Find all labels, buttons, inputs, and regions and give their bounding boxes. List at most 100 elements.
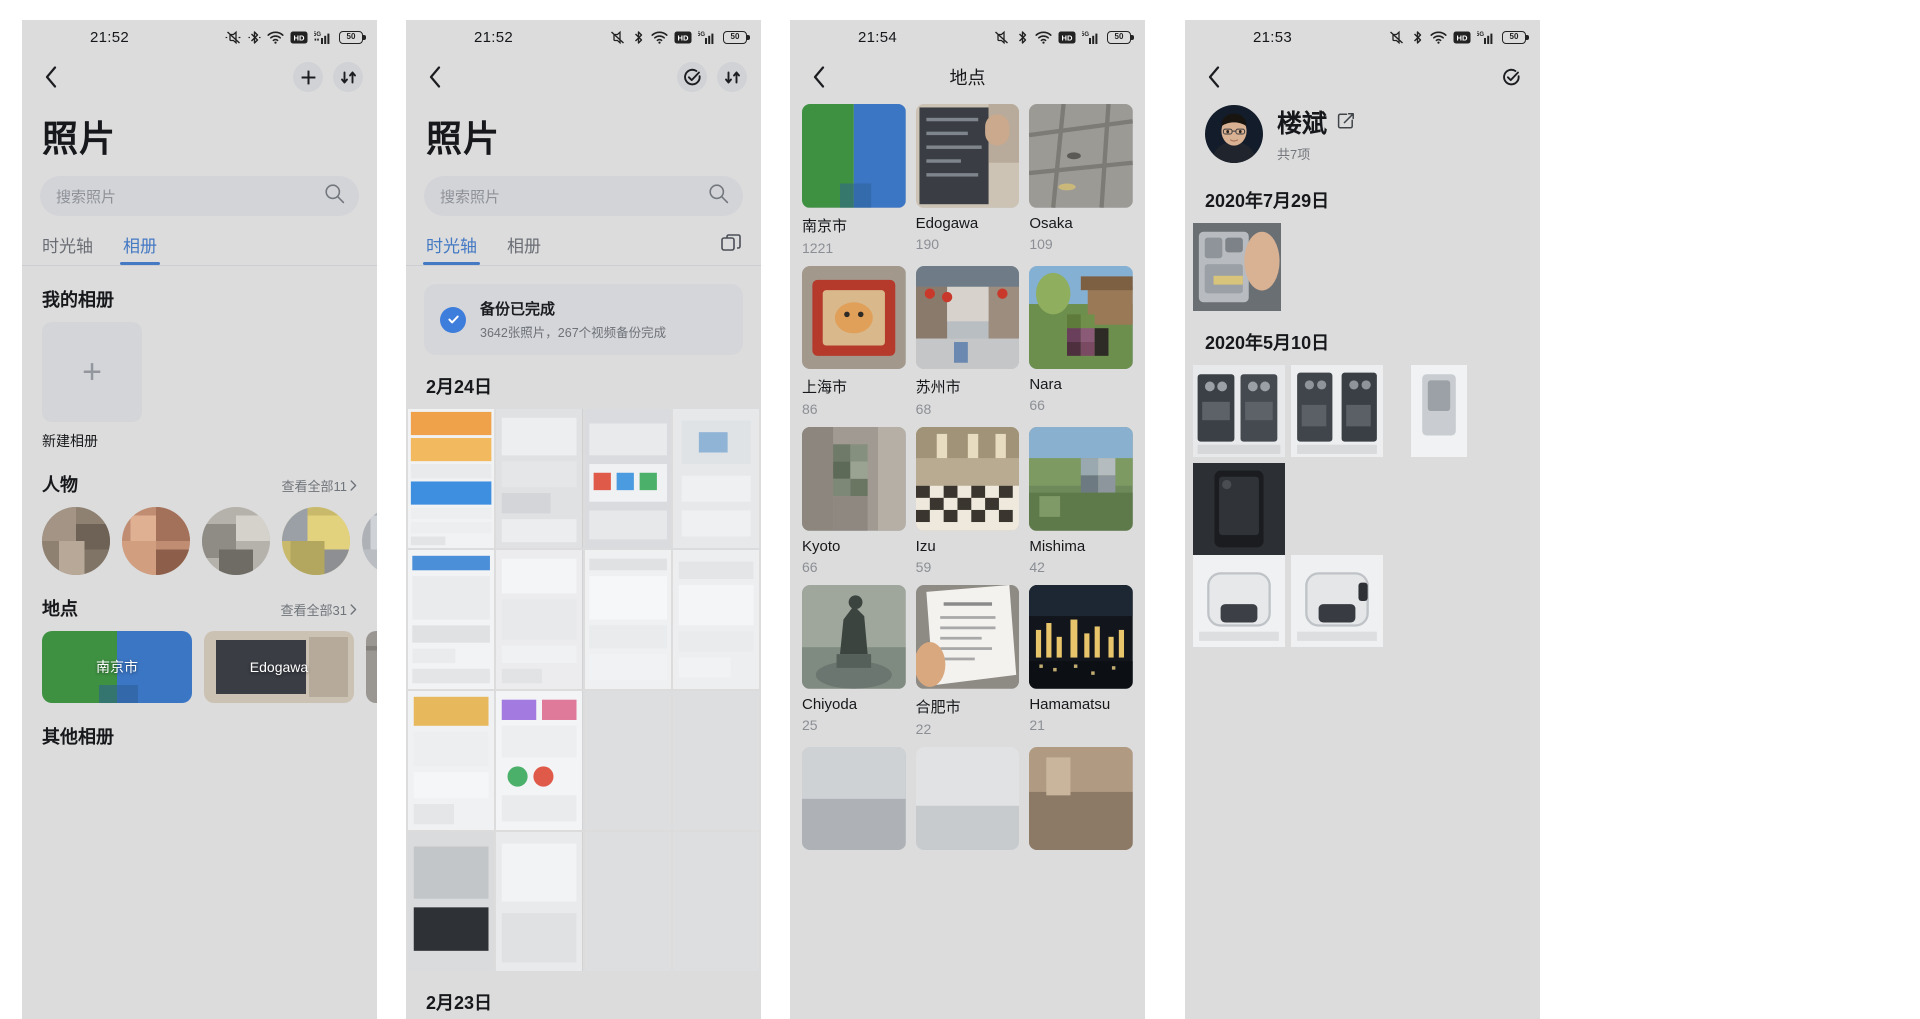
photo-thumb[interactable] <box>408 691 495 831</box>
status-time: 21:53 <box>1253 28 1293 46</box>
people-strip[interactable] <box>22 507 377 575</box>
screenshot-stage: 21:52 HD 5G 50 照片 搜索照片 时光轴 相册 我的相册 + 新建相… <box>0 0 1920 1019</box>
back-button[interactable] <box>36 62 66 92</box>
place-tile[interactable]: Edogawa <box>204 631 354 703</box>
place-card[interactable]: Nara 66 <box>1029 265 1133 418</box>
photo-thumb[interactable] <box>584 691 671 831</box>
back-button[interactable] <box>1199 62 1229 92</box>
photo-thumb[interactable] <box>496 691 583 831</box>
place-tile[interactable]: 南京市 <box>42 631 192 703</box>
tab-timeline[interactable]: 时光轴 <box>42 232 93 265</box>
place-card[interactable]: Chiyoda 25 <box>802 585 906 737</box>
photo-thumb[interactable] <box>1291 555 1383 647</box>
grid-layout-toggle[interactable] <box>721 234 741 265</box>
place-name: Osaka <box>1029 214 1073 232</box>
avatar[interactable] <box>282 507 350 575</box>
place-tile[interactable] <box>366 631 377 703</box>
nav-actions <box>1496 62 1526 92</box>
battery-level: 50 <box>730 32 740 41</box>
place-card[interactable] <box>802 746 906 851</box>
tab-timeline[interactable]: 时光轴 <box>423 232 480 265</box>
avatar[interactable] <box>362 507 377 575</box>
new-album-label: 新建相册 <box>42 433 98 449</box>
place-name: Edogawa <box>915 214 979 232</box>
page-title: 照片 <box>426 118 501 159</box>
place-count: 86 <box>802 401 818 418</box>
sort-button[interactable] <box>717 62 747 92</box>
place-card[interactable]: Edogawa 190 <box>915 104 1020 256</box>
tab-bar: 时光轴 相册 <box>22 216 377 265</box>
svg-text:5G: 5G <box>698 32 705 38</box>
photo-row[interactable] <box>1185 365 1540 555</box>
battery-icon: 50 <box>723 30 750 44</box>
place-thumb <box>802 585 906 689</box>
new-album-button[interactable]: + <box>42 322 142 422</box>
select-check-button[interactable] <box>1496 62 1526 92</box>
place-card[interactable]: Kyoto 66 <box>802 427 906 575</box>
search-input[interactable]: 搜索照片 <box>424 176 743 216</box>
place-card[interactable] <box>1029 746 1133 851</box>
avatar[interactable] <box>202 507 270 575</box>
bluetooth-icon <box>248 30 261 45</box>
tab-albums[interactable]: 相册 <box>507 232 541 265</box>
back-button[interactable] <box>420 62 450 92</box>
search-input[interactable]: 搜索照片 <box>40 176 359 216</box>
photo-thumb[interactable] <box>672 691 759 831</box>
backup-title: 备份已完成 <box>480 301 556 318</box>
photo-row[interactable] <box>1185 223 1540 311</box>
mute-icon <box>993 30 1010 45</box>
sort-button[interactable] <box>333 62 363 92</box>
place-name: 上海市 <box>802 379 848 397</box>
back-button[interactable] <box>804 62 834 92</box>
edit-icon[interactable] <box>1337 108 1355 137</box>
section-title: 我的相册 <box>42 290 114 310</box>
photo-thumb[interactable] <box>584 550 671 690</box>
photo-thumb[interactable] <box>496 550 583 690</box>
svg-text:HD: HD <box>294 33 305 42</box>
photo-thumb[interactable] <box>496 832 583 972</box>
photo-thumb[interactable] <box>1193 223 1281 311</box>
select-check-button[interactable] <box>677 62 707 92</box>
photo-grid[interactable] <box>406 409 761 972</box>
place-card[interactable]: 合肥市 22 <box>915 585 1020 737</box>
add-album-button[interactable] <box>293 62 323 92</box>
photo-thumb[interactable] <box>672 550 759 690</box>
place-card[interactable]: Mishima 42 <box>1029 427 1133 575</box>
photo-thumb[interactable] <box>496 409 583 549</box>
place-name: Chiyoda <box>802 695 858 713</box>
place-card[interactable]: 上海市 86 <box>802 265 906 418</box>
photo-thumb[interactable] <box>584 832 671 972</box>
photo-thumb[interactable] <box>672 832 759 972</box>
backup-status-card[interactable]: 备份已完成 3642张照片，267个视频备份完成 <box>424 284 743 355</box>
place-card[interactable] <box>915 746 1020 851</box>
photo-thumb[interactable] <box>408 832 495 972</box>
place-name: Nara <box>1029 376 1062 394</box>
photo-thumb[interactable] <box>1193 555 1285 647</box>
photo-thumb[interactable] <box>672 409 759 549</box>
svg-text:HD: HD <box>1062 33 1073 42</box>
photo-thumb[interactable] <box>584 409 671 549</box>
place-card[interactable]: 苏州市 68 <box>915 265 1020 417</box>
avatar[interactable] <box>42 507 110 575</box>
phone-panel-places: 21:54 HD 5G 50 地点 南京市 1221 Edogawa 190 O <box>790 20 1145 1019</box>
status-time: 21:52 <box>474 28 514 46</box>
place-count: 25 <box>802 716 818 733</box>
photo-thumb[interactable] <box>1411 365 1467 457</box>
place-card[interactable]: 南京市 1221 <box>802 104 906 256</box>
phone-panel-albums: 21:52 HD 5G 50 照片 搜索照片 时光轴 相册 我的相册 + 新建相… <box>22 20 377 1019</box>
people-see-all[interactable]: 查看全部11 <box>282 476 358 495</box>
photo-thumb[interactable] <box>1193 365 1285 457</box>
photo-thumb[interactable] <box>408 409 495 549</box>
place-card[interactable]: Izu 59 <box>915 427 1020 575</box>
photo-thumb[interactable] <box>1193 463 1285 555</box>
tab-albums[interactable]: 相册 <box>120 232 160 265</box>
photo-row[interactable] <box>1185 555 1540 647</box>
photo-thumb[interactable] <box>1291 365 1383 457</box>
avatar[interactable] <box>122 507 190 575</box>
place-card[interactable]: Hamamatsu 21 <box>1029 585 1133 737</box>
places-strip[interactable]: 南京市 Edogawa <box>22 631 377 703</box>
photo-thumb[interactable] <box>408 550 495 690</box>
places-see-all[interactable]: 查看全部31 <box>281 600 357 619</box>
avatar[interactable] <box>1205 104 1263 163</box>
place-card[interactable]: Osaka 109 <box>1029 104 1133 256</box>
